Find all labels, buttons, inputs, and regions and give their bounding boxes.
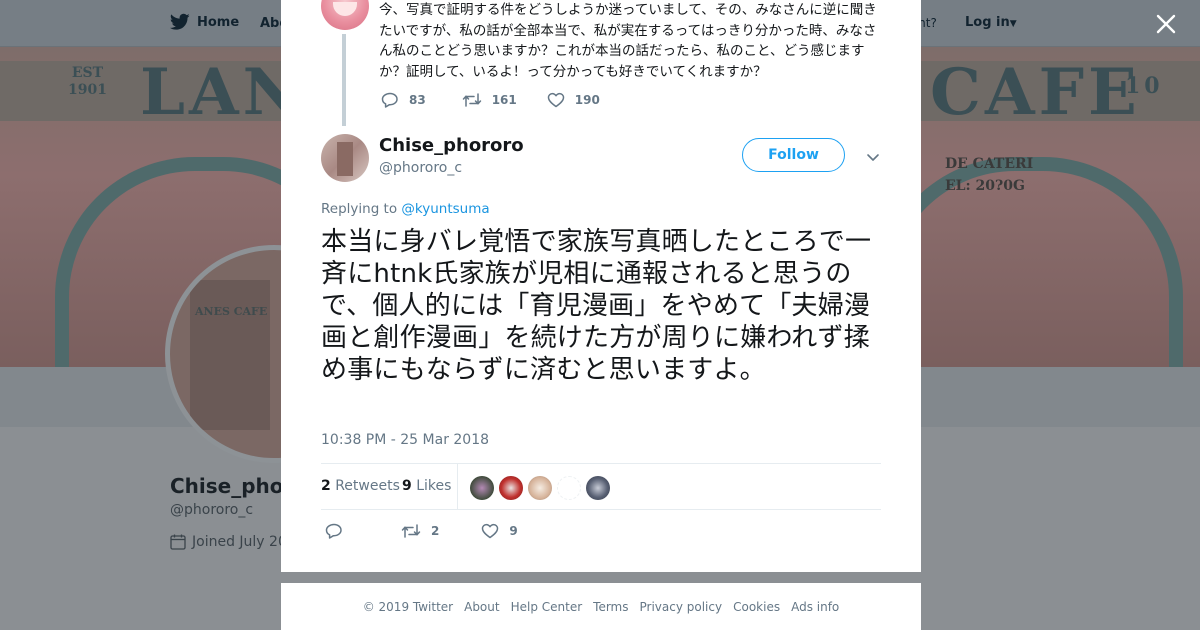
thread-line	[342, 34, 346, 126]
footer-ads-info-link[interactable]: Ads info	[791, 600, 839, 614]
likes-stat-count: 9	[402, 478, 412, 494]
replying-prefix: Replying to	[321, 201, 398, 217]
tweet-modal: 今、写真で証明する件をどうしようか迷っていまして、その、みなさんに逆に聞きたいで…	[281, 0, 921, 572]
like-count: 190	[574, 93, 600, 107]
follow-button[interactable]: Follow	[742, 138, 845, 172]
liker-avatar[interactable]	[470, 476, 494, 500]
tweet-text: 本当に身バレ覚悟で家族写真晒したところで一斉にhtnk氏家族が児相に通報されると…	[321, 227, 872, 385]
retweet-icon	[462, 93, 481, 107]
close-icon[interactable]	[1150, 8, 1182, 40]
reply-button[interactable]	[325, 523, 343, 539]
reply-icon	[325, 523, 342, 539]
reply-count: 83	[409, 93, 426, 107]
liker-avatar[interactable]	[557, 476, 581, 500]
liker-avatar[interactable]	[499, 476, 523, 500]
previous-tweet-actions: 83 161 190	[381, 92, 600, 108]
footer-help-center-link[interactable]: Help Center	[511, 600, 583, 614]
like-button[interactable]: 190	[547, 92, 600, 108]
retweet-button[interactable]: 161	[462, 92, 517, 108]
footer-cookies-link[interactable]: Cookies	[733, 600, 780, 614]
like-count: 9	[509, 524, 518, 538]
stats-divider	[457, 464, 458, 510]
tweet-actions: 2 9	[325, 523, 518, 539]
liker-avatar[interactable]	[528, 476, 552, 500]
footer-about-link[interactable]: About	[464, 600, 499, 614]
replying-mention-link[interactable]: @kyuntsuma	[401, 201, 489, 217]
footer-privacy-link[interactable]: Privacy policy	[640, 600, 723, 614]
footer-copyright: © 2019 Twitter	[362, 599, 454, 614]
heart-icon	[482, 523, 499, 539]
author-avatar[interactable]	[321, 134, 369, 182]
reply-button[interactable]: 83	[381, 92, 426, 108]
retweets-stat-count: 2	[321, 478, 331, 494]
retweets-stat-label: Retweets	[335, 478, 400, 494]
previous-tweet-text: 今、写真で証明する件をどうしようか迷っていまして、その、みなさんに逆に聞きたいで…	[379, 2, 877, 80]
footer-terms-link[interactable]: Terms	[593, 600, 628, 614]
likes-stat[interactable]: 9 Likes	[402, 478, 451, 494]
heart-icon	[547, 92, 565, 108]
retweet-count: 2	[431, 524, 440, 538]
retweet-button[interactable]: 2	[401, 523, 439, 539]
reply-icon	[381, 92, 398, 108]
author-name[interactable]: Chise_phororo	[379, 135, 524, 156]
liker-avatar[interactable]	[586, 476, 610, 500]
previous-tweet-avatar[interactable]	[321, 0, 369, 30]
modal-footer: © 2019 Twitter About Help Center Terms P…	[281, 583, 921, 630]
like-button[interactable]: 9	[481, 523, 518, 539]
chevron-down-icon[interactable]	[865, 149, 881, 165]
likes-stat-label: Likes	[416, 478, 452, 494]
author-handle[interactable]: @phororo_c	[379, 160, 462, 176]
retweet-count: 161	[491, 93, 517, 107]
replying-to: Replying to @kyuntsuma	[321, 201, 490, 217]
retweet-icon	[401, 524, 421, 538]
tweet-timestamp[interactable]: 10:38 PM - 25 Mar 2018	[321, 432, 489, 448]
retweets-stat[interactable]: 2 Retweets	[321, 478, 400, 494]
tweet-stats: 2 Retweets 9 Likes	[321, 463, 881, 510]
